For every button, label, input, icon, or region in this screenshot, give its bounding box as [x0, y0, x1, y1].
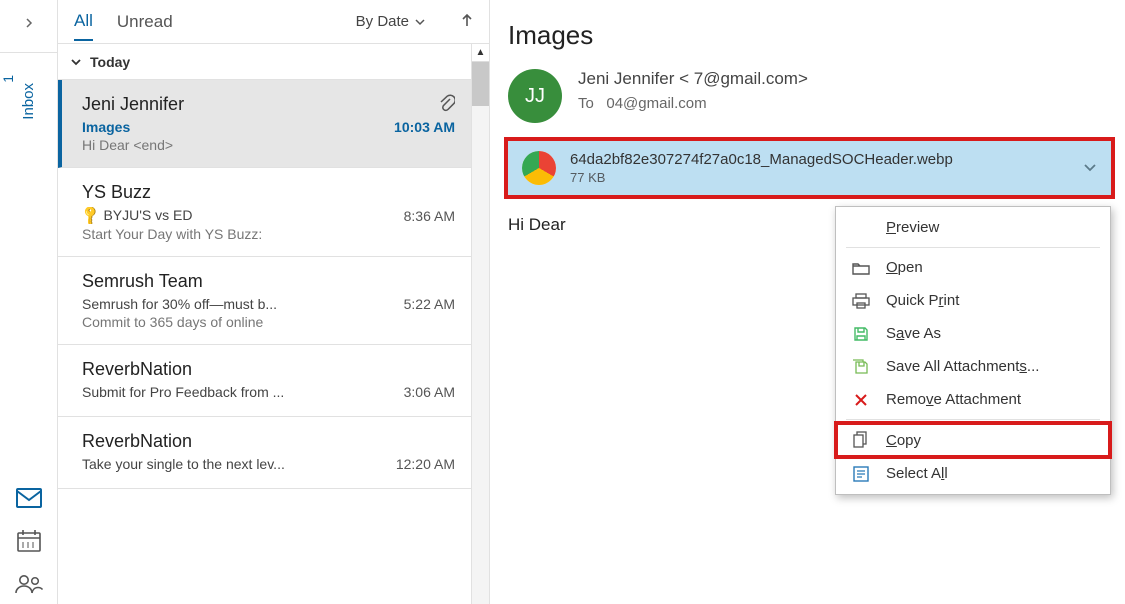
copy-icon [850, 431, 872, 449]
menu-save-as[interactable]: Save As [836, 317, 1110, 350]
attachment-highlight: 64da2bf82e307274f27a0c18_ManagedSOCHeade… [504, 137, 1115, 199]
paperclip-icon [439, 94, 455, 115]
message-subject: Images [82, 119, 130, 135]
message-item[interactable]: Semrush Team Semrush for 30% off—must b.… [58, 257, 471, 345]
message-sender: ReverbNation [82, 431, 455, 452]
menu-quick-print[interactable]: Quick Print [836, 284, 1110, 317]
reading-subject: Images [508, 20, 1115, 51]
menu-label: Quick Print [886, 292, 959, 309]
inbox-label: Inbox [20, 83, 37, 120]
message-time: 10:03 AM [394, 119, 455, 135]
list-scrollbar[interactable]: ▲ [471, 44, 489, 604]
key-icon: 🔑 [82, 207, 103, 224]
sort-label: By Date [356, 13, 409, 30]
attachment-bar[interactable]: 64da2bf82e307274f27a0c18_ManagedSOCHeade… [508, 141, 1111, 195]
tab-all[interactable]: All [74, 3, 93, 41]
chevron-down-icon [415, 18, 425, 26]
message-time: 5:22 AM [404, 296, 455, 312]
attachment-dropdown[interactable] [1083, 163, 1097, 173]
message-item[interactable]: Jeni Jennifer Images 10:03 AM Hi Dear <e… [58, 80, 471, 168]
to-line: To 04@gmail.com [578, 95, 808, 112]
menu-label: Select All [886, 465, 948, 482]
message-time: 12:20 AM [396, 456, 455, 472]
menu-label: Save As [886, 325, 941, 342]
chevron-down-icon [1083, 163, 1097, 173]
inbox-unread-count: 1 [0, 75, 16, 83]
group-header-today[interactable]: Today [58, 44, 471, 80]
menu-label: Copy [886, 432, 921, 449]
from-line: Jeni Jennifer < 7@gmail.com> [578, 69, 808, 89]
message-sender: ReverbNation [82, 359, 455, 380]
attachment-filesize: 77 KB [570, 170, 953, 185]
message-list-header: All Unread By Date [58, 0, 489, 44]
arrow-up-icon [461, 13, 473, 27]
attachment-filename: 64da2bf82e307274f27a0c18_ManagedSOCHeade… [570, 151, 953, 168]
chrome-icon [522, 151, 556, 185]
message-preview: Hi Dear <end> [82, 137, 455, 153]
attachment-context-menu: Preview Open Quick Print Save As [835, 206, 1111, 495]
menu-open[interactable]: Open [836, 251, 1110, 284]
message-subject: Semrush for 30% off—must b... [82, 296, 277, 312]
message-list-pane: All Unread By Date Today Jeni Jennifer [58, 0, 490, 604]
group-label: Today [90, 54, 130, 70]
message-time: 8:36 AM [404, 208, 455, 224]
message-subject: 🔑BYJU'S vs ED [82, 207, 192, 224]
avatar: JJ [508, 69, 562, 123]
rail-folder-inbox[interactable]: 1 Inbox [0, 52, 57, 123]
message-preview: Start Your Day with YS Buzz: [82, 226, 455, 242]
menu-label: Preview [886, 219, 939, 236]
scroll-thumb[interactable] [472, 62, 489, 106]
menu-select-all[interactable]: Select All [836, 457, 1110, 490]
message-sender: Jeni Jennifer [82, 94, 455, 115]
message-item[interactable]: YS Buzz 🔑BYJU'S vs ED 8:36 AM Start Your… [58, 168, 471, 257]
calendar-icon[interactable] [17, 530, 41, 552]
message-subject: Submit for Pro Feedback from ... [82, 384, 284, 400]
save-icon [850, 326, 872, 342]
tab-unread[interactable]: Unread [117, 4, 173, 40]
printer-icon [850, 293, 872, 309]
message-time: 3:06 AM [404, 384, 455, 400]
menu-label: Remove Attachment [886, 391, 1021, 408]
rail-expand-button[interactable] [0, 6, 57, 42]
sort-direction-button[interactable] [461, 13, 473, 31]
menu-preview[interactable]: Preview [836, 211, 1110, 244]
reading-pane: Images JJ Jeni Jennifer < 7@gmail.com> T… [490, 0, 1125, 604]
remove-icon [850, 393, 872, 407]
menu-save-all-attachments[interactable]: Save All Attachments... [836, 350, 1110, 383]
message-item[interactable]: ReverbNation Take your single to the nex… [58, 417, 471, 489]
menu-copy[interactable]: Copy [836, 423, 1110, 457]
sort-dropdown[interactable]: By Date [356, 13, 425, 30]
menu-remove-attachment[interactable]: Remove Attachment [836, 383, 1110, 416]
menu-label: Save All Attachments... [886, 358, 1039, 375]
scroll-up-icon[interactable]: ▲ [472, 44, 489, 62]
message-preview: Commit to 365 days of online [82, 314, 455, 330]
message-item[interactable]: ReverbNation Submit for Pro Feedback fro… [58, 345, 471, 417]
message-sender: Semrush Team [82, 271, 455, 292]
save-all-icon [850, 359, 872, 375]
folder-open-icon [850, 261, 872, 275]
mail-icon[interactable] [16, 488, 42, 508]
nav-rail: 1 Inbox [0, 0, 58, 604]
people-icon[interactable] [15, 574, 43, 594]
chevron-down-icon [70, 57, 82, 67]
message-sender: YS Buzz [82, 182, 455, 203]
select-all-icon [850, 466, 872, 482]
message-subject: Take your single to the next lev... [82, 456, 285, 472]
menu-label: Open [886, 259, 923, 276]
